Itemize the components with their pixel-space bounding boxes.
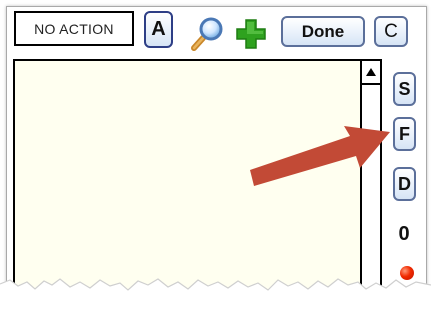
status-indicator-icon [400, 266, 414, 280]
s-button[interactable]: S [393, 72, 416, 106]
magnifier-icon[interactable] [186, 14, 226, 54]
f-button[interactable]: F [393, 117, 416, 151]
d-button[interactable]: D [393, 167, 416, 201]
c-button[interactable]: C [374, 16, 408, 47]
scroll-up-arrow-icon[interactable] [362, 61, 380, 85]
vertical-scrollbar[interactable] [360, 61, 380, 314]
action-mode-field[interactable]: NO ACTION [14, 11, 134, 46]
count-value: 0 [398, 223, 410, 245]
plus-icon[interactable] [234, 17, 268, 51]
item-list[interactable] [13, 59, 382, 314]
a-button[interactable]: A [144, 11, 173, 48]
done-button[interactable]: Done [281, 16, 365, 47]
